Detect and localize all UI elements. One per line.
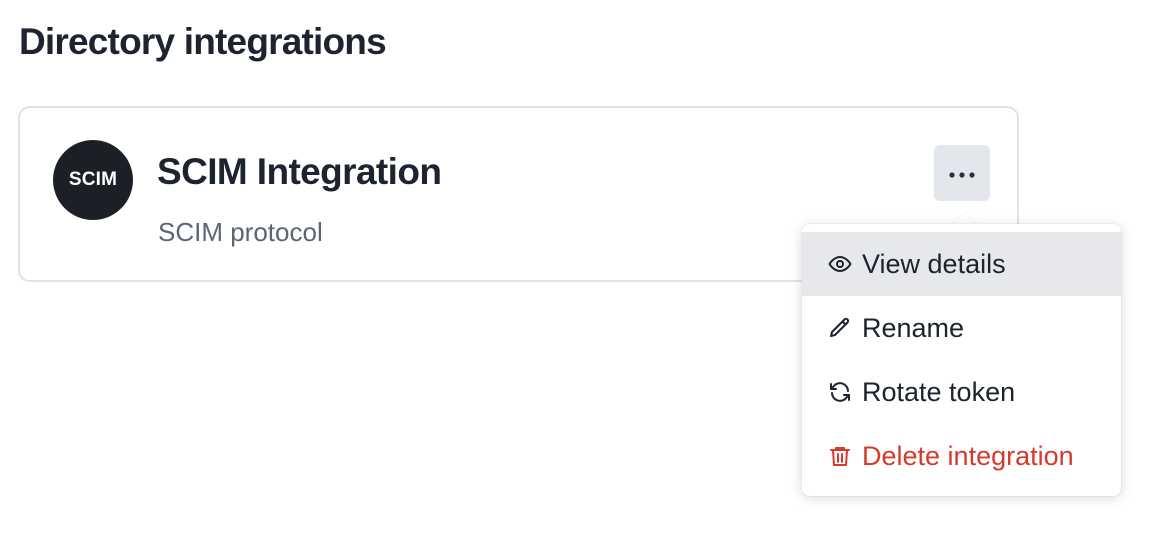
eye-icon — [828, 252, 852, 276]
menu-item-rename[interactable]: Rename — [802, 296, 1121, 360]
actions-menu: View details Rename Rotate token Delete … — [802, 224, 1121, 496]
scim-logo-text: SCIM — [68, 169, 118, 190]
integration-name: SCIM Integration — [157, 151, 442, 192]
ellipsis-horizontal-icon — [949, 166, 975, 181]
menu-item-label: Rotate token — [862, 376, 1016, 407]
pencil-icon — [828, 316, 852, 340]
more-actions-button[interactable] — [934, 145, 990, 201]
menu-item-label: Rename — [862, 312, 965, 343]
menu-item-delete-integration[interactable]: Delete integration — [802, 424, 1121, 488]
page-title: Directory integrations — [19, 21, 387, 62]
integration-protocol: SCIM protocol — [158, 217, 323, 247]
menu-item-rotate-token[interactable]: Rotate token — [802, 360, 1121, 424]
menu-caret — [953, 212, 977, 224]
menu-item-label: View details — [862, 248, 1006, 279]
trash-icon — [828, 444, 852, 468]
scim-logo: SCIM — [53, 140, 133, 220]
refresh-icon — [828, 380, 852, 404]
menu-item-label: Delete integration — [862, 440, 1074, 471]
menu-item-view-details[interactable]: View details — [802, 232, 1121, 296]
